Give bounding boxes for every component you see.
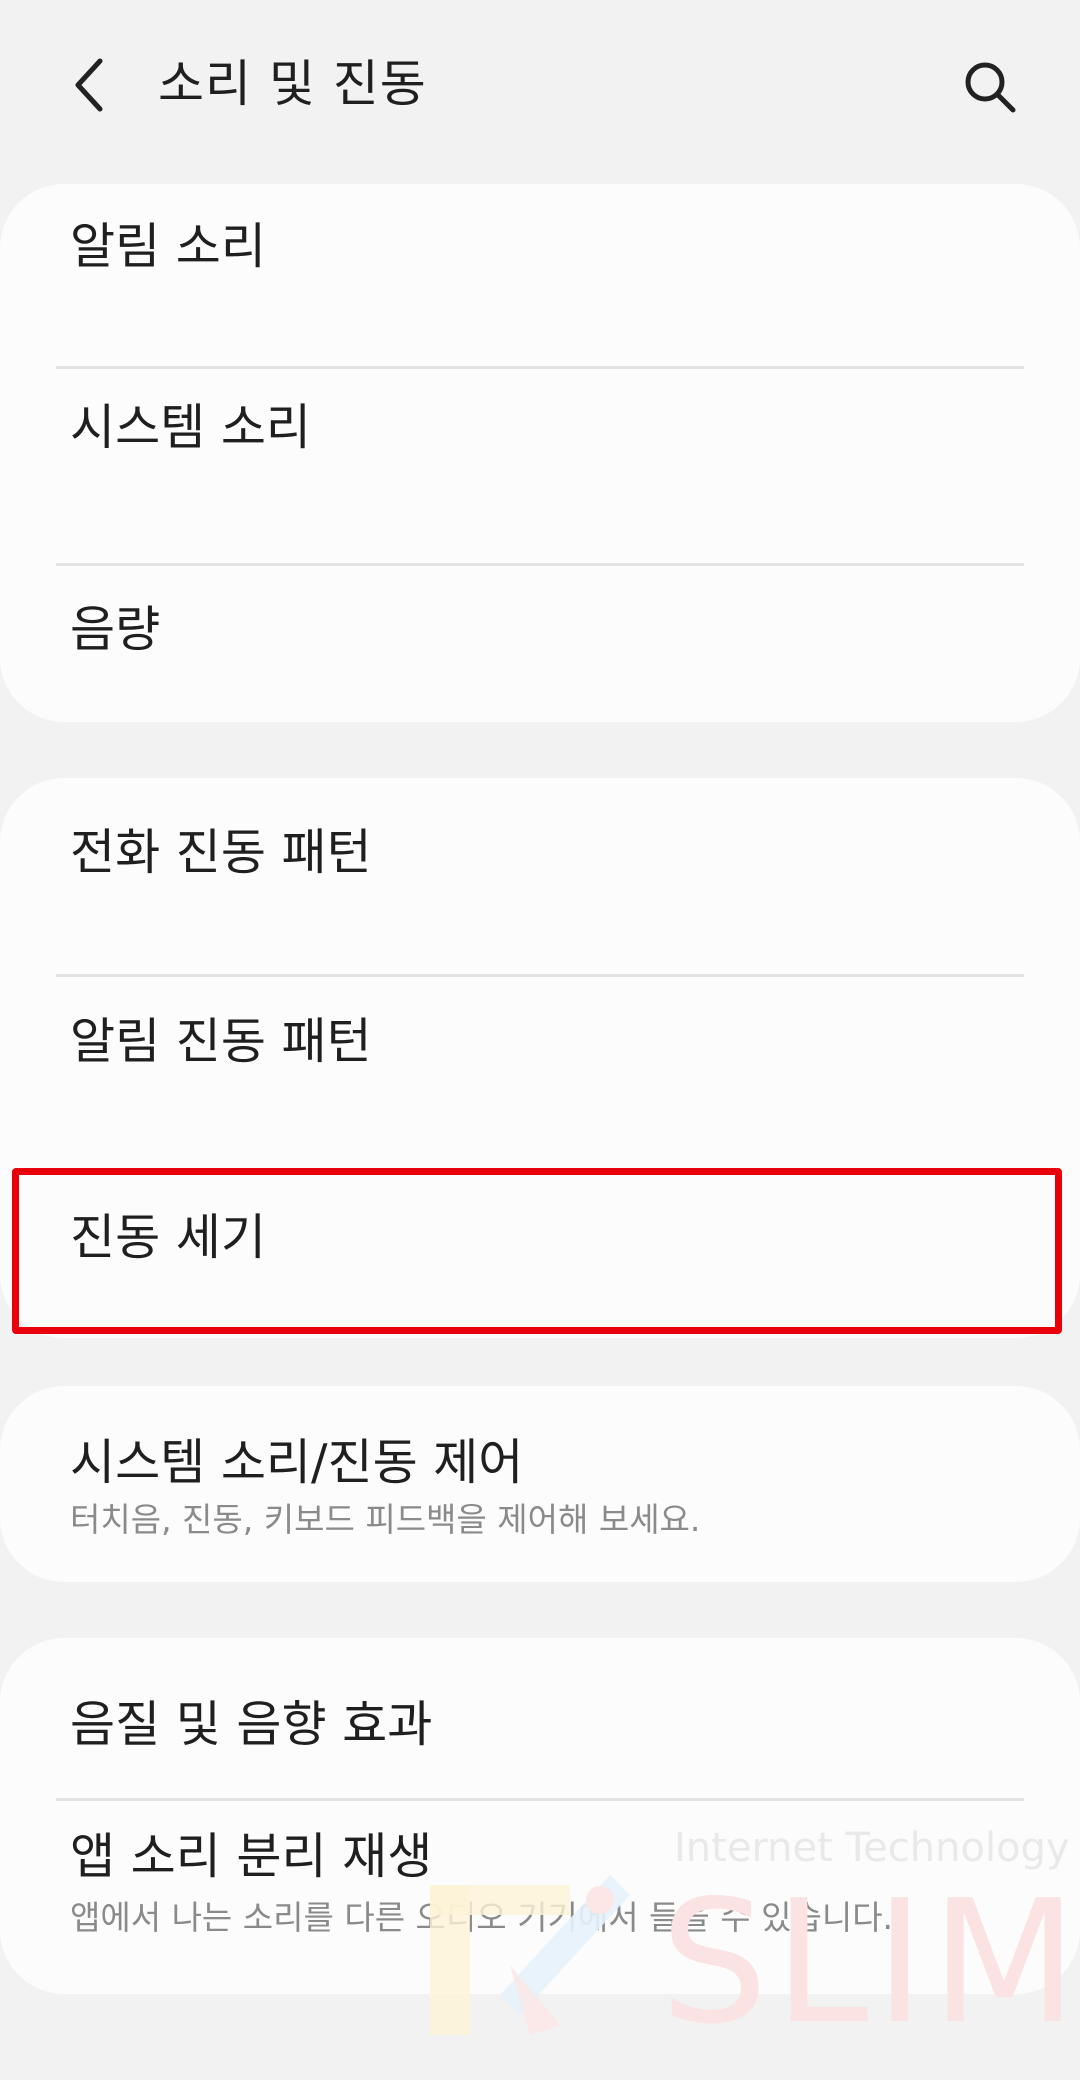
list-item-system-sound-vibration-control[interactable]: 시스템 소리/진동 제어 터치음, 진동, 키보드 피드백을 제어해 보세요. [0, 1386, 1080, 1582]
back-button[interactable] [60, 50, 120, 120]
list-item-label: 알림 소리 [70, 218, 266, 275]
divider [56, 563, 1024, 566]
sound-settings-card: 알림 소리 시스템 소리 음량 [0, 184, 1080, 722]
sound-vibration-control-card: 시스템 소리/진동 제어 터치음, 진동, 키보드 피드백을 제어해 보세요. [0, 1386, 1080, 1582]
list-item-label: 진동 세기 [70, 1209, 266, 1266]
list-item-label: 시스템 소리 [70, 399, 311, 456]
list-item-label: 시스템 소리/진동 제어 [70, 1434, 524, 1491]
app-bar: 소리 및 진동 [0, 0, 1080, 170]
list-item-label: 전화 진동 패턴 [70, 824, 372, 881]
search-button[interactable] [955, 52, 1025, 122]
list-item-volume[interactable]: 음량 [0, 567, 1080, 722]
list-item-notification-vibration-pattern[interactable]: 알림 진동 패턴 [0, 975, 1080, 1165]
list-item-call-vibration-pattern[interactable]: 전화 진동 패턴 [0, 778, 1080, 975]
list-item-label: 알림 진동 패턴 [70, 1013, 372, 1070]
list-item-separate-app-sound[interactable]: 앱 소리 분리 재생 앱에서 나는 소리를 다른 오디오 기기에서 들을 수 있… [0, 1800, 1080, 1994]
list-item-system-sound[interactable]: 시스템 소리 [0, 369, 1080, 567]
list-item-subtitle: 앱에서 나는 소리를 다른 오디오 기기에서 들을 수 있습니다. [70, 1898, 894, 1937]
sound-quality-card: 음질 및 음향 효과 앱 소리 분리 재생 앱에서 나는 소리를 다른 오디오 … [0, 1638, 1080, 1994]
list-item-sound-quality-effects[interactable]: 음질 및 음향 효과 [0, 1638, 1080, 1800]
vibration-settings-card: 전화 진동 패턴 알림 진동 패턴 진동 세기 [0, 778, 1080, 1338]
chevron-left-icon [75, 58, 103, 112]
list-item-label: 음질 및 음향 효과 [70, 1696, 433, 1753]
page-title: 소리 및 진동 [158, 55, 427, 113]
list-item-label: 앱 소리 분리 재생 [70, 1828, 433, 1885]
list-item-notification-sound[interactable]: 알림 소리 [0, 184, 1080, 369]
list-item-label: 음량 [70, 601, 161, 658]
search-icon [965, 62, 1016, 113]
list-item-subtitle: 터치음, 진동, 키보드 피드백을 제어해 보세요. [70, 1500, 701, 1539]
list-item-vibration-intensity[interactable]: 진동 세기 [0, 1165, 1080, 1338]
